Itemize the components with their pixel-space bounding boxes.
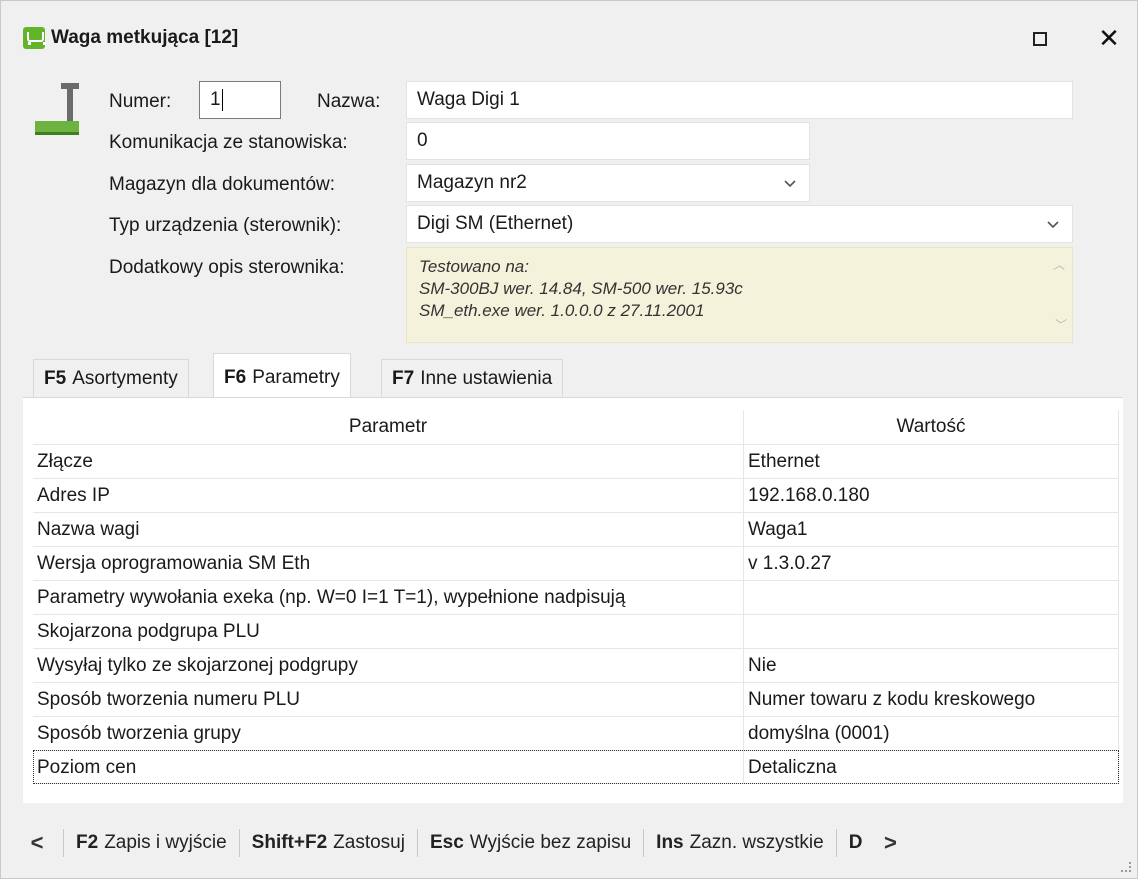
tab-inne-ustawienia[interactable]: F7 Inne ustawienia — [381, 359, 564, 397]
opis-label: Dodatkowy opis sterownika: — [109, 257, 345, 278]
parameters-table: Parametr Wartość Złącze Ethernet Adres IP… — [33, 410, 1119, 784]
select-all-button[interactable]: Ins Zazn. wszystkie — [656, 832, 824, 854]
window-title: Waga metkująca [12] — [51, 27, 239, 48]
scroll-up-icon[interactable]: ︿ — [1053, 254, 1065, 276]
param-name: Nazwa wagi — [33, 513, 744, 546]
button-label: Zazn. wszystkie — [689, 832, 824, 853]
param-value[interactable]: domyślna (0001) — [744, 717, 1119, 750]
param-name: Wysyłaj tylko ze skojarzonej podgrupy — [33, 649, 744, 682]
scroll-right-button[interactable]: > — [876, 830, 904, 856]
magazyn-select[interactable]: Magazyn nr2 — [406, 164, 810, 202]
parameters-panel: Parametr Wartość Złącze Ethernet Adres IP… — [23, 397, 1123, 803]
magazyn-label: Magazyn dla dokumentów: — [109, 174, 336, 195]
table-row[interactable]: Sposób tworzenia numeru PLU Numer towaru … — [33, 682, 1119, 716]
typ-value: Digi SM (Ethernet) — [417, 213, 574, 234]
param-name: Złącze — [33, 445, 744, 478]
tab-asortymenty[interactable]: F5 Asortymenty — [33, 359, 189, 397]
scroll-left-button[interactable]: < — [23, 830, 51, 856]
shortcut-key: Shift+F2 — [251, 832, 328, 853]
table-row[interactable]: Sposób tworzenia grupy domyślna (0001) — [33, 716, 1119, 750]
maximize-button[interactable] — [1017, 19, 1063, 57]
scroll-down-icon[interactable]: ﹀ — [1053, 314, 1065, 336]
save-and-exit-button[interactable]: F2 Zapis i wyjście — [76, 832, 227, 854]
typ-select[interactable]: Digi SM (Ethernet) — [406, 205, 1073, 243]
komunikacja-label: Komunikacja ze stanowiska: — [109, 132, 348, 153]
nazwa-input[interactable]: Waga Digi 1 — [406, 81, 1073, 119]
param-value[interactable] — [744, 615, 1119, 648]
param-value[interactable]: Nie — [744, 649, 1119, 682]
table-row[interactable]: Nazwa wagi Waga1 — [33, 512, 1119, 546]
shortcut-key: D — [848, 832, 863, 853]
table-row[interactable]: Wersja oprogramowania SM Eth v 1.3.0.27 — [33, 546, 1119, 580]
opis-scrollbar[interactable]: ︿ ﹀ — [1050, 252, 1068, 338]
tab-label: Parametry — [252, 367, 340, 388]
param-name: Adres IP — [33, 479, 744, 512]
param-value[interactable]: Waga1 — [744, 513, 1119, 546]
komunikacja-input[interactable]: 0 — [406, 122, 810, 160]
param-value[interactable] — [744, 581, 1119, 614]
numer-label: Numer: — [109, 91, 172, 112]
table-row[interactable]: Adres IP 192.168.0.180 — [33, 478, 1119, 512]
table-row-selected[interactable]: Poziom cen Detaliczna — [33, 750, 1119, 784]
opis-line: SM_eth.exe wer. 1.0.0.0 z 27.11.2001 — [419, 301, 705, 320]
numer-input[interactable]: 1 — [199, 81, 281, 119]
column-header-parametr[interactable]: Parametr — [33, 410, 744, 444]
param-value[interactable]: Ethernet — [744, 445, 1119, 478]
param-value[interactable]: Numer towaru z kodu kreskowego — [744, 683, 1119, 716]
truncated-button[interactable]: D — [849, 832, 869, 854]
button-label: Zastosuj — [333, 832, 405, 853]
param-value[interactable]: 192.168.0.180 — [744, 479, 1119, 512]
dialog-window: Waga metkująca [12] ✕ Numer: 1 Nazwa: Wa… — [0, 0, 1138, 879]
shortcut-key: F2 — [76, 832, 99, 853]
chevron-down-icon — [1046, 206, 1060, 242]
table-header: Parametr Wartość — [33, 410, 1119, 444]
param-name: Skojarzona podgrupa PLU — [33, 615, 744, 648]
table-row[interactable]: Złącze Ethernet — [33, 444, 1119, 478]
param-name: Wersja oprogramowania SM Eth — [33, 547, 744, 580]
maximize-icon — [1033, 32, 1047, 47]
table-row[interactable]: Skojarzona podgrupa PLU — [33, 614, 1119, 648]
exit-without-save-button[interactable]: Esc Wyjście bez zapisu — [430, 832, 631, 854]
param-name: Sposób tworzenia numeru PLU — [33, 683, 744, 716]
table-row[interactable]: Parametry wywołania exeka (np. W=0 I=1 T… — [33, 580, 1119, 614]
typ-label: Typ urządzenia (sterownik): — [109, 215, 342, 236]
param-value[interactable]: Detaliczna — [744, 751, 1119, 784]
chevron-down-icon — [783, 165, 797, 201]
column-header-wartosc[interactable]: Wartość — [744, 410, 1119, 444]
table-row[interactable]: Wysyłaj tylko ze skojarzonej podgrupy Nie — [33, 648, 1119, 682]
bottom-toolbar: < F2 Zapis i wyjście Shift+F2 Zastosuj Esc… — [23, 819, 1123, 867]
param-value[interactable]: v 1.3.0.27 — [744, 547, 1119, 580]
cart-icon — [23, 27, 46, 49]
opis-line: Testowano na: — [419, 257, 529, 276]
magazyn-value: Magazyn nr2 — [417, 172, 527, 193]
shortcut-key: Esc — [429, 832, 464, 853]
opis-line: SM-300BJ wer. 14.84, SM-500 wer. 15.93c — [419, 279, 743, 298]
nazwa-label: Nazwa: — [317, 91, 381, 112]
param-name: Parametry wywołania exeka (np. W=0 I=1 T… — [33, 581, 744, 614]
button-label: Zapis i wyjście — [104, 832, 227, 853]
resize-grip-icon[interactable] — [1121, 862, 1131, 872]
close-button[interactable]: ✕ — [1086, 19, 1132, 57]
param-name: Poziom cen — [33, 751, 744, 784]
tab-key: F7 — [392, 368, 415, 389]
tab-key: F5 — [44, 368, 67, 389]
numer-value: 1 — [210, 89, 221, 110]
tab-parametry[interactable]: F6 Parametry — [213, 353, 351, 397]
title-bar: Waga metkująca [12] ✕ — [1, 1, 1137, 73]
tab-key: F6 — [224, 367, 247, 388]
scale-icon — [35, 81, 85, 137]
tab-label: Asortymenty — [72, 368, 178, 389]
apply-button[interactable]: Shift+F2 Zastosuj — [252, 832, 405, 854]
param-name: Sposób tworzenia grupy — [33, 717, 744, 750]
opis-textarea[interactable]: Testowano na: SM-300BJ wer. 14.84, SM-50… — [406, 247, 1073, 343]
tab-label: Inne ustawienia — [420, 368, 553, 389]
button-label: Wyjście bez zapisu — [469, 832, 632, 853]
shortcut-key: Ins — [656, 832, 684, 853]
